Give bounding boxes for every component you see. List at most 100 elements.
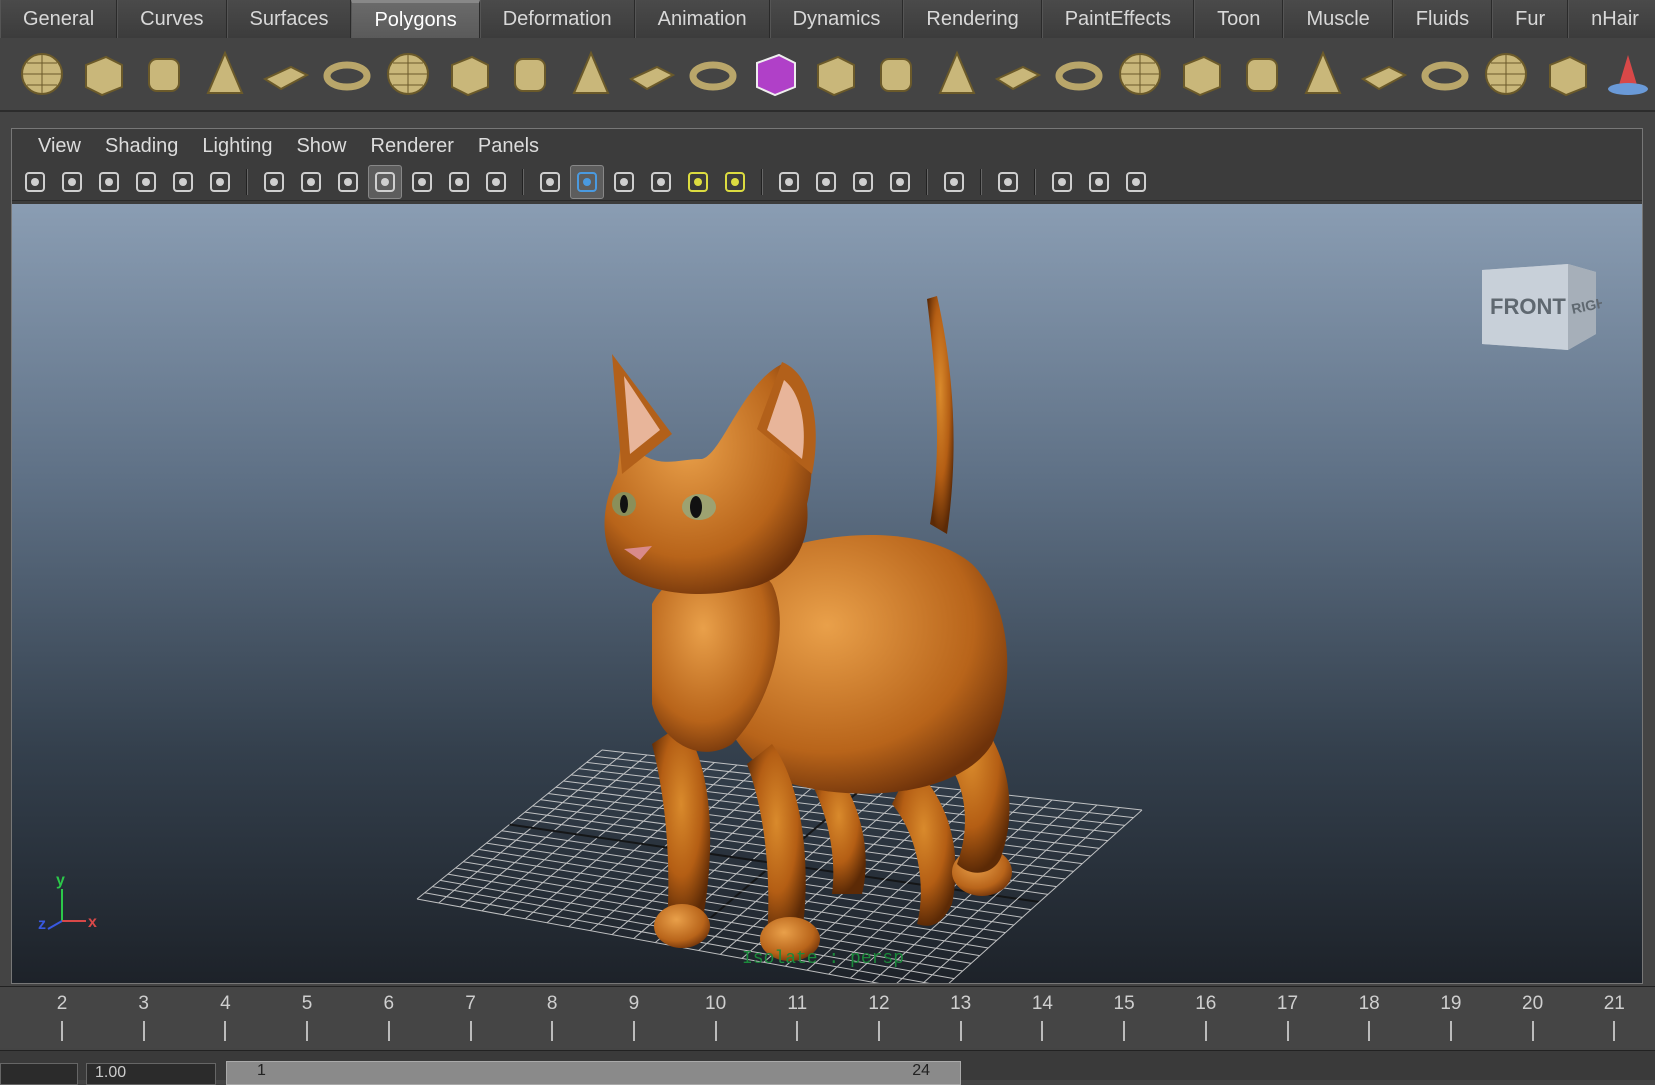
shelf-tab-toon[interactable]: Toon	[1194, 0, 1284, 38]
screen-ambient-occlusion-icon[interactable]	[772, 165, 806, 199]
timeline-tick-label: 14	[1031, 993, 1053, 1014]
shelf-tab-muscle[interactable]: Muscle	[1283, 0, 1393, 38]
shelf-tab-rendering[interactable]: Rendering	[903, 0, 1042, 38]
scene-svg	[416, 296, 1143, 983]
depth-of-field-icon[interactable]	[883, 165, 917, 199]
shelf-tab-nhair[interactable]: nHair	[1568, 0, 1655, 38]
range-slider[interactable]: 1 24	[226, 1061, 961, 1085]
timeline-tick-label: 5	[301, 993, 313, 1014]
timeline-tick-label: 17	[1276, 993, 1299, 1014]
panel-menu-view[interactable]: View	[26, 135, 93, 158]
poly-sphere-icon[interactable]	[14, 44, 69, 104]
range-slider-end: 24	[912, 1062, 930, 1079]
shelf-tab-dynamics[interactable]: Dynamics	[769, 0, 904, 38]
shelf-tab-surfaces[interactable]: Surfaces	[226, 0, 352, 38]
bevel-icon[interactable]	[807, 44, 862, 104]
resolution-gate-icon[interactable]	[331, 165, 365, 199]
xray-joints-icon[interactable]	[1082, 165, 1116, 199]
timeline-tick-label: 12	[868, 993, 890, 1014]
anti-aliasing-icon[interactable]	[846, 165, 880, 199]
timeline-tick-label: 7	[465, 993, 476, 1014]
collapse-icon[interactable]	[1356, 44, 1411, 104]
wireframe-icon[interactable]	[533, 165, 567, 199]
camera-attributes-icon[interactable]	[55, 165, 89, 199]
shelf-tab-fur[interactable]: Fur	[1492, 0, 1569, 38]
gate-mask-icon[interactable]	[368, 164, 402, 199]
select-camera-icon[interactable]	[18, 165, 52, 199]
shelf-tab-general[interactable]: General	[0, 0, 118, 38]
timeline-tick-label: 21	[1603, 993, 1625, 1014]
range-start-field[interactable]	[0, 1063, 78, 1085]
current-time-field[interactable]: 1.00	[86, 1063, 216, 1085]
hud-icon[interactable]	[937, 165, 971, 199]
wireframe-on-shaded-icon[interactable]	[607, 165, 641, 199]
textured-icon[interactable]	[644, 165, 678, 199]
panel-menu-lighting[interactable]: Lighting	[190, 135, 284, 158]
extract-icon[interactable]	[685, 44, 740, 104]
image-plane-icon[interactable]	[129, 165, 163, 199]
shelf-tab-polygons[interactable]: Polygons	[351, 0, 480, 38]
poly-cone-icon[interactable]	[197, 44, 252, 104]
wedge-face-icon[interactable]	[1295, 44, 1350, 104]
two-d-pan-icon[interactable]	[166, 165, 200, 199]
motion-blur-icon[interactable]	[809, 165, 843, 199]
panel-menu-shading[interactable]: Shading	[93, 135, 190, 158]
timeline-tick	[224, 1021, 227, 1041]
panel-menu-show[interactable]: Show	[284, 135, 358, 158]
poke-face-icon[interactable]	[1234, 44, 1289, 104]
timeline-tick-label: 20	[1522, 993, 1544, 1014]
sculpt-icon[interactable]	[1600, 44, 1655, 104]
poly-plane-icon[interactable]	[258, 44, 313, 104]
shelf-tab-painteffects[interactable]: PaintEffects	[1041, 0, 1195, 38]
bookmarks-icon[interactable]	[92, 165, 126, 199]
timeline-tick-label: 19	[1440, 993, 1462, 1014]
grease-pencil-icon[interactable]	[203, 165, 237, 199]
flip-triangle-icon[interactable]	[1478, 44, 1533, 104]
cat-model	[604, 296, 1012, 961]
safe-action-icon[interactable]	[442, 165, 476, 199]
shadows-icon[interactable]	[718, 165, 752, 199]
axis-z-label: z	[38, 916, 46, 933]
shelf-tab-deformation[interactable]: Deformation	[479, 0, 635, 38]
timeline-tick	[1613, 1021, 1616, 1041]
shelf-tab-animation[interactable]: Animation	[634, 0, 770, 38]
separate-icon[interactable]	[563, 44, 618, 104]
field-chart-icon[interactable]	[405, 165, 439, 199]
poly-torus-icon[interactable]	[319, 44, 374, 104]
panel-menu-panels[interactable]: Panels	[466, 135, 551, 158]
timeline-tick	[1449, 1021, 1452, 1041]
poly-helix-icon[interactable]	[502, 44, 557, 104]
shelf-tab-curves[interactable]: Curves	[117, 0, 227, 38]
smooth-shade-icon[interactable]	[570, 164, 604, 199]
poly-cylinder-icon[interactable]	[136, 44, 191, 104]
merge-vertices-icon[interactable]	[1417, 44, 1472, 104]
offset-edge-loop-icon[interactable]	[1173, 44, 1228, 104]
spin-edge-icon[interactable]	[1539, 44, 1594, 104]
use-all-lights-icon[interactable]	[681, 165, 715, 199]
poly-cube-icon[interactable]	[75, 44, 130, 104]
bridge-icon[interactable]	[929, 44, 984, 104]
xray-icon[interactable]	[1045, 165, 1079, 199]
split-polygon-icon[interactable]	[1051, 44, 1106, 104]
perspective-viewport[interactable]: FRONT RIGHT y x z Isolate : persp	[12, 204, 1642, 983]
grid-icon[interactable]	[257, 165, 291, 199]
timeline-tick-label: 15	[1113, 993, 1135, 1014]
panel-menu-bar: View Shading Lighting Show Renderer Panels	[12, 129, 1642, 163]
insert-edge-loop-icon[interactable]	[1112, 44, 1167, 104]
view-cube[interactable]: FRONT RIGHT	[1472, 250, 1602, 360]
panel-menu-renderer[interactable]: Renderer	[359, 135, 466, 158]
time-slider[interactable]: 2 3 4 5 6 7 8 9 10 11 12 13 14 15 16 17 18 19 20 21	[0, 986, 1655, 1048]
smooth-icon[interactable]	[746, 44, 801, 104]
view-cube-front-label: FRONT	[1490, 294, 1566, 319]
toolbar-separator	[761, 168, 763, 195]
append-polygon-icon[interactable]	[990, 44, 1045, 104]
film-gate-icon[interactable]	[294, 165, 328, 199]
combine-icon[interactable]	[624, 44, 679, 104]
extrude-icon[interactable]	[868, 44, 923, 104]
isolate-select-icon[interactable]	[991, 165, 1025, 199]
backface-culling-icon[interactable]	[1119, 165, 1153, 199]
safe-title-icon[interactable]	[479, 165, 513, 199]
shelf-tab-fluids[interactable]: Fluids	[1392, 0, 1493, 38]
poly-pipe-icon[interactable]	[441, 44, 496, 104]
poly-pyramid-icon[interactable]	[380, 44, 435, 104]
